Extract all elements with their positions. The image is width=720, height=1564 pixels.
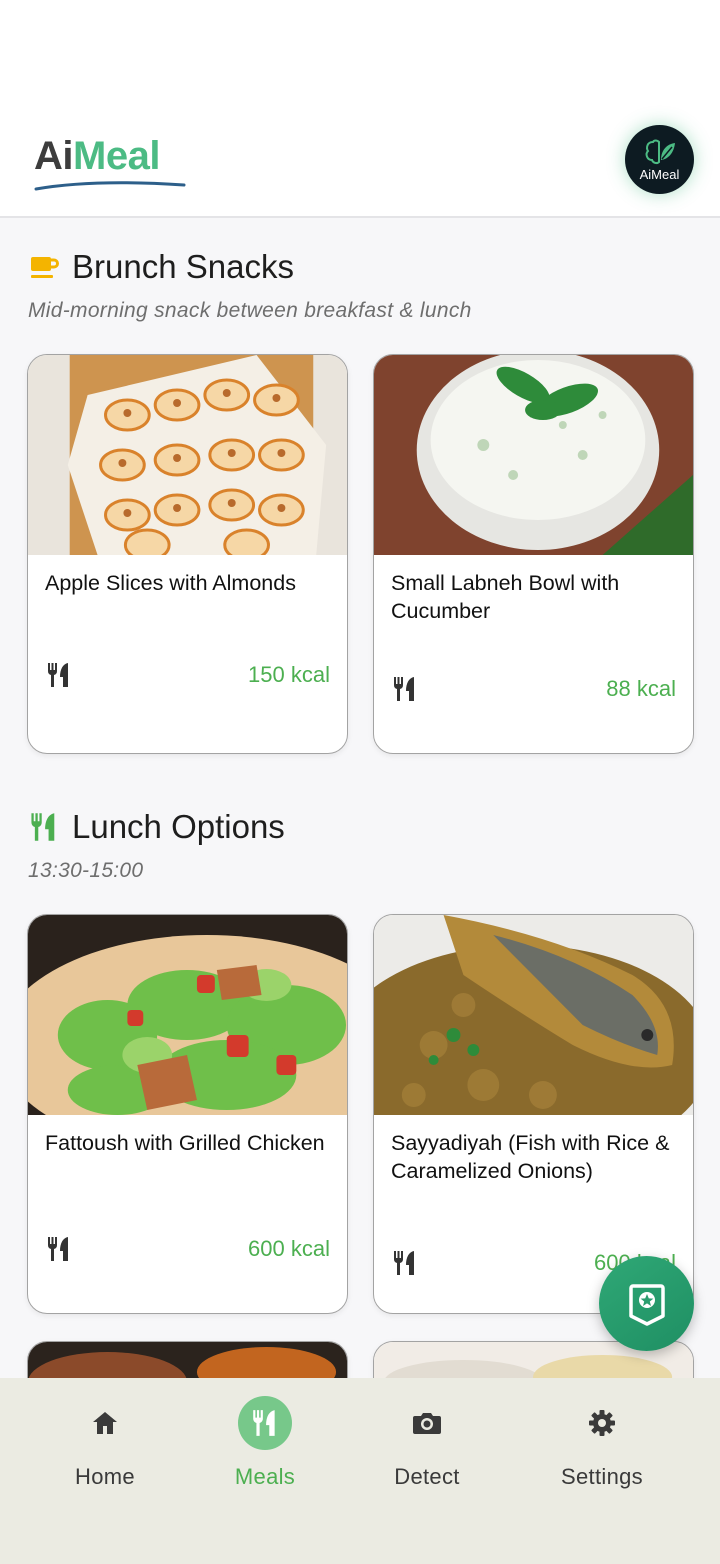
apple-slices-photo bbox=[28, 355, 347, 555]
section-subtitle: Mid-morning snack between breakfast & lu… bbox=[28, 299, 472, 322]
nav-label: Meals bbox=[234, 1464, 296, 1489]
nav-label: Home bbox=[75, 1464, 135, 1489]
achievements-fab[interactable] bbox=[599, 1256, 694, 1351]
section-header-lunch: Lunch Options bbox=[28, 808, 285, 846]
logo-swoosh-icon bbox=[34, 181, 186, 191]
fork-knife-icon bbox=[393, 677, 414, 701]
nav-icon-container bbox=[78, 1396, 132, 1450]
labneh-bowl-photo bbox=[374, 355, 693, 555]
meal-card[interactable]: Small Labneh Bowl with Cucumber 88 kcal bbox=[373, 354, 694, 754]
nav-label: Detect bbox=[394, 1464, 460, 1489]
meal-kcal: 600 kcal bbox=[248, 1236, 330, 1261]
nav-item-settings[interactable]: Settings bbox=[522, 1396, 682, 1506]
status-bar-area bbox=[0, 0, 720, 110]
nav-item-home[interactable]: Home bbox=[25, 1396, 185, 1506]
fork-knife-icon bbox=[31, 813, 55, 841]
nav-icon-container-active bbox=[238, 1396, 292, 1450]
profile-avatar[interactable]: AiMeal bbox=[625, 125, 694, 194]
meal-name: Apple Slices with Almonds bbox=[45, 571, 296, 595]
award-ribbon-icon bbox=[628, 1283, 665, 1326]
bottom-navigation: Home Meals Detect Settings bbox=[0, 1378, 720, 1564]
meal-kcal: 88 kcal bbox=[606, 676, 676, 701]
fork-knife-icon bbox=[47, 1237, 68, 1261]
logo-meal-text: Meal bbox=[73, 134, 160, 178]
fork-knife-icon bbox=[393, 1251, 414, 1275]
avatar-label: AiMeal bbox=[639, 166, 680, 182]
nav-item-detect[interactable]: Detect bbox=[347, 1396, 507, 1506]
meal-card[interactable]: Sayyadiyah (Fish with Rice & Caramelized… bbox=[373, 914, 694, 1314]
section-title: Lunch Options bbox=[72, 808, 285, 845]
meal-name: Sayyadiyah (Fish with Rice & Caramelized… bbox=[391, 1131, 670, 1183]
nav-icon-container bbox=[575, 1396, 629, 1450]
gear-icon bbox=[589, 1410, 615, 1436]
fattoush-photo bbox=[28, 915, 347, 1115]
meal-kcal: 150 kcal bbox=[248, 662, 330, 687]
fork-knife-icon bbox=[253, 1410, 275, 1436]
meal-card[interactable]: Apple Slices with Almonds 150 kcal bbox=[27, 354, 348, 754]
meal-name: Small Labneh Bowl with Cucumber bbox=[391, 571, 620, 623]
meal-name: Fattoush with Grilled Chicken bbox=[45, 1131, 325, 1155]
nav-icon-container bbox=[400, 1396, 454, 1450]
brain-leaf-icon bbox=[645, 139, 675, 164]
coffee-cup-icon bbox=[31, 257, 59, 278]
section-title: Brunch Snacks bbox=[72, 248, 294, 285]
logo-ai-text: Ai bbox=[34, 134, 74, 178]
home-icon bbox=[93, 1412, 117, 1434]
app-header: AiMeal AiMeal bbox=[0, 110, 720, 218]
section-header-brunch: Brunch Snacks bbox=[28, 248, 294, 286]
nav-label: Settings bbox=[561, 1464, 643, 1489]
fork-knife-icon bbox=[47, 663, 68, 687]
nav-item-meals[interactable]: Meals bbox=[185, 1396, 345, 1506]
sayyadiyah-photo bbox=[374, 915, 693, 1115]
camera-icon bbox=[413, 1413, 441, 1434]
meal-card[interactable]: Fattoush with Grilled Chicken 600 kcal bbox=[27, 914, 348, 1314]
section-subtitle: 13:30-15:00 bbox=[28, 859, 144, 882]
app-logo[interactable]: AiMeal bbox=[34, 132, 194, 198]
